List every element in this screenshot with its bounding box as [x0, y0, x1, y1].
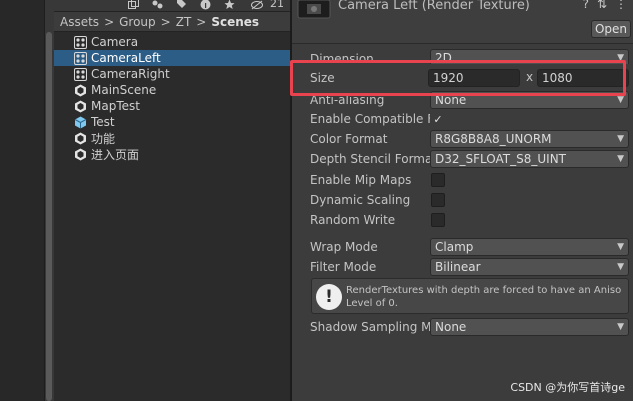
file-item[interactable]: 功能: [54, 130, 290, 146]
file-item[interactable]: MainScene: [54, 82, 290, 98]
render-texture-icon: [74, 67, 87, 81]
shadow-sampling-label: Shadow Sampling Mo: [310, 320, 430, 334]
dynamic-scaling-label: Dynamic Scaling: [310, 193, 411, 207]
render-texture-icon: [74, 51, 87, 65]
inspector-header-icons: ? ⇅ ⋮: [583, 0, 627, 11]
scrollbar[interactable]: [46, 32, 52, 401]
star-icon[interactable]: [220, 0, 238, 11]
file-item-label: 进入页面: [91, 147, 140, 162]
color-format-label: Color Format: [310, 132, 388, 146]
enable-compatible-checkbox[interactable]: ✓: [431, 112, 445, 126]
help-text: RenderTextures with depth are forced to …: [346, 285, 622, 309]
file-item-label: Camera: [91, 35, 139, 49]
shadow-sampling-dropdown[interactable]: None ▼: [430, 318, 629, 336]
warning-icon: !: [316, 284, 342, 310]
project-panel: 21 Assets > Group > ZT > Scenes Camera Ca…: [54, 0, 290, 401]
random-write-checkbox[interactable]: [431, 213, 445, 227]
render-texture-icon: [74, 35, 87, 49]
file-item[interactable]: 进入页面: [54, 146, 290, 162]
chevron-down-icon: ▼: [617, 262, 624, 272]
highlight-annotation: [290, 60, 626, 96]
breadcrumb-separator: >: [104, 14, 115, 29]
color-format-value: R8G8B8A8_UNORM: [435, 132, 552, 146]
tag-icon[interactable]: [172, 0, 190, 11]
file-list: Camera CameraLeft CameraRight MainScene MapT…: [54, 34, 290, 162]
file-item-label: CameraRight: [91, 67, 170, 81]
chevron-down-icon: ▼: [617, 95, 624, 105]
file-item-label: 功能: [91, 131, 116, 146]
breadcrumb-separator: >: [196, 14, 207, 29]
help-box: ! RenderTextures with depth are forced t…: [311, 278, 629, 314]
unity-scene-icon: [74, 132, 87, 145]
enable-compatible-label: Enable Compatible Fo: [310, 112, 430, 126]
breadcrumb-assets[interactable]: Assets: [60, 15, 99, 29]
wrap-mode-value: Clamp: [435, 240, 474, 254]
wrap-mode-label: Wrap Mode: [310, 240, 378, 254]
breadcrumb-separator: >: [160, 14, 171, 29]
hidden-count: 21: [270, 0, 284, 10]
file-item-label: Test: [91, 115, 115, 129]
info-icon[interactable]: [196, 0, 214, 11]
file-item[interactable]: MapTest: [54, 98, 290, 114]
breadcrumb-zt[interactable]: ZT: [176, 15, 192, 29]
more-menu-icon[interactable]: ⋮: [615, 0, 627, 11]
project-toolbar: 21: [54, 0, 290, 12]
shadow-sampling-value: None: [435, 320, 467, 334]
inspector-title: Camera Left (Render Texture): [338, 0, 530, 13]
file-item-label: MainScene: [91, 83, 157, 97]
file-item-label: CameraLeft: [91, 51, 161, 65]
file-item-label: MapTest: [91, 99, 140, 113]
file-item[interactable]: CameraLeft: [54, 50, 290, 66]
hierarchy-panel-edge: [0, 0, 44, 401]
open-button[interactable]: Open: [591, 20, 631, 38]
wrap-mode-dropdown[interactable]: Clamp ▼: [430, 238, 629, 256]
help-icon[interactable]: ?: [583, 0, 589, 11]
chevron-down-icon: ▼: [617, 322, 624, 332]
cube-icon: [74, 116, 87, 129]
file-item[interactable]: Camera: [54, 34, 290, 50]
breadcrumb: Assets > Group > ZT > Scenes: [54, 12, 290, 32]
depth-stencil-value: D32_SFLOAT_S8_UINT: [435, 152, 567, 166]
render-texture-thumbnail-icon: [297, 0, 331, 20]
eye-slash-icon[interactable]: [248, 0, 266, 11]
unity-scene-icon: [74, 100, 87, 113]
random-write-label: Random Write: [310, 213, 396, 227]
watermark: CSDN @为你写首诗ge: [510, 381, 625, 394]
filter-mode-value: Bilinear: [435, 260, 481, 274]
enable-mip-maps-checkbox[interactable]: [431, 173, 445, 187]
chevron-down-icon: ▼: [617, 154, 624, 164]
enable-mip-maps-label: Enable Mip Maps: [310, 173, 412, 187]
chevron-down-icon: ▼: [617, 134, 624, 144]
settings-sliders-icon[interactable]: ⇅: [597, 0, 607, 11]
chevron-down-icon: ▼: [617, 242, 624, 252]
depth-stencil-label: Depth Stencil Format: [310, 152, 438, 166]
unity-scene-icon: [74, 148, 87, 161]
dynamic-scaling-checkbox[interactable]: [431, 193, 445, 207]
scene-icon[interactable]: [124, 0, 142, 11]
depth-stencil-dropdown[interactable]: D32_SFLOAT_S8_UINT ▼: [430, 150, 629, 168]
file-item[interactable]: CameraRight: [54, 66, 290, 82]
color-format-dropdown[interactable]: R8G8B8A8_UNORM ▼: [430, 130, 629, 148]
filter-mode-dropdown[interactable]: Bilinear ▼: [430, 258, 629, 276]
file-item[interactable]: Test: [54, 114, 290, 130]
inspector-header: Camera Left (Render Texture) ? ⇅ ⋮ Open: [292, 0, 633, 44]
breadcrumb-group[interactable]: Group: [119, 15, 156, 29]
palette-icon[interactable]: [148, 0, 166, 11]
breadcrumb-scenes[interactable]: Scenes: [211, 15, 259, 29]
filter-mode-label: Filter Mode: [310, 260, 377, 274]
unity-scene-icon: [74, 84, 87, 97]
